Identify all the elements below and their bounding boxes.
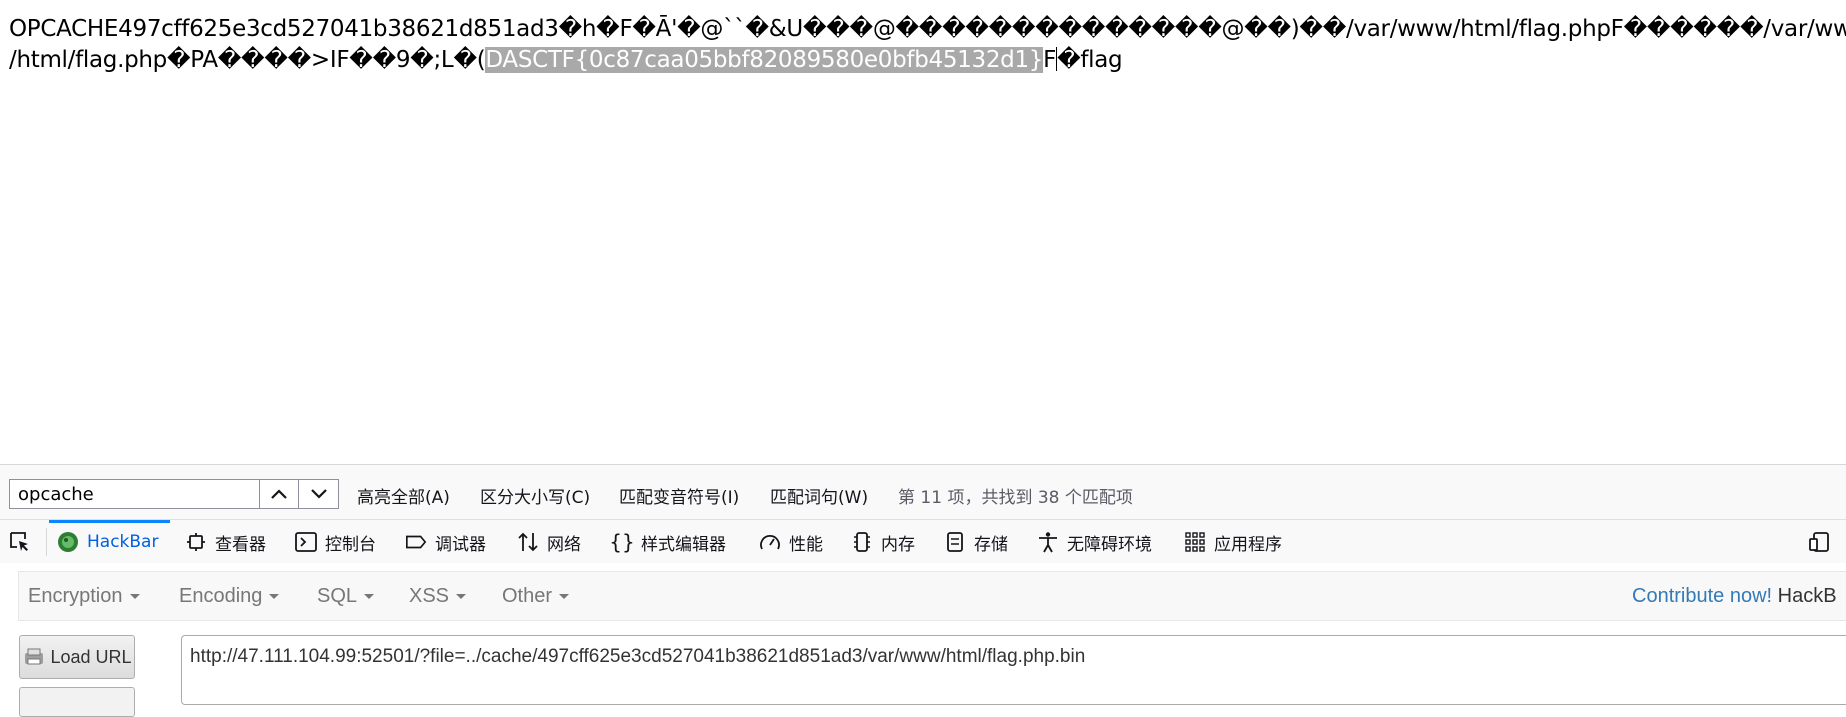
caret-down-icon (364, 594, 375, 599)
caret-down-icon (456, 594, 467, 599)
load-url-button[interactable]: Load URL (19, 635, 135, 679)
tab-storage[interactable]: 存储 (944, 520, 1008, 564)
devtools-tab-bar: HackBar 查看器 控制台 调试器 网络 {} 样式编辑器 性能 内存 存储… (0, 519, 1846, 565)
tab-label: 调试器 (435, 534, 486, 555)
network-icon (517, 531, 539, 553)
application-icon (1184, 531, 1206, 553)
tab-accessibility[interactable]: 无障碍环境 (1037, 520, 1152, 564)
menu-label: SQL (317, 585, 358, 607)
find-status: 第 11 项，共找到 38 个匹配项 (898, 488, 1133, 508)
url-textarea[interactable]: http://47.111.104.99:52501/?file=../cach… (181, 635, 1846, 705)
tab-memory[interactable]: 内存 (851, 520, 915, 564)
tab-application[interactable]: 应用程序 (1184, 520, 1282, 564)
element-picker-icon (10, 532, 28, 551)
tab-style-editor[interactable]: {} 样式编辑器 (609, 520, 726, 564)
tab-inspector[interactable]: 查看器 (185, 520, 266, 564)
menu-sql[interactable]: SQL (317, 585, 375, 608)
dock-options-button[interactable] (1808, 520, 1830, 564)
caret-down-icon (559, 594, 570, 599)
match-case-toggle[interactable]: 区分大小写(C) (480, 483, 590, 508)
whole-words-toggle[interactable]: 匹配词句(W) (770, 483, 868, 508)
menu-label: Other (502, 585, 553, 607)
load-icon (25, 648, 44, 665)
caret-down-icon (129, 594, 140, 599)
dump-text-after-a: F (1043, 47, 1057, 73)
dump-text-before: /html/flag.php�PA����>IF��9�;L�( (9, 47, 486, 73)
tab-divider (46, 528, 47, 556)
menu-label: XSS (409, 585, 450, 607)
find-next-button[interactable] (299, 479, 339, 509)
tab-label: 控制台 (325, 534, 376, 555)
contribute-label: Contribute now! (1632, 585, 1773, 607)
tab-label: 内存 (881, 534, 915, 555)
selected-flag-text[interactable]: DASCTF{0c87caa05bbf82089580e0bfb45132d1} (485, 47, 1043, 73)
menu-other[interactable]: Other (502, 585, 570, 608)
tab-performance[interactable]: 性能 (759, 520, 823, 564)
console-icon (295, 531, 317, 553)
caret-down-icon (269, 594, 280, 599)
tab-debugger[interactable]: 调试器 (405, 520, 486, 564)
match-diacritics-toggle[interactable]: 匹配变音符号(I) (619, 483, 739, 508)
contribute-link[interactable]: Contribute now! HackB (1632, 585, 1837, 608)
accessibility-icon (1037, 531, 1059, 553)
responsive-design-icon (1808, 531, 1830, 553)
find-bar: 高亮全部(A) 区分大小写(C) 匹配变音符号(I) 匹配词句(W) 第 11 … (0, 464, 1846, 520)
menu-label: Encryption (28, 585, 123, 607)
style-editor-icon: {} (609, 530, 635, 554)
tab-label: 样式编辑器 (641, 534, 726, 555)
tab-hackbar[interactable]: HackBar (48, 520, 171, 564)
chevron-up-icon (271, 489, 287, 499)
menu-encryption[interactable]: Encryption (28, 585, 140, 608)
highlight-all-toggle[interactable]: 高亮全部(A) (357, 483, 450, 508)
tab-label: 应用程序 (1214, 534, 1282, 555)
memory-icon (851, 531, 873, 553)
file-dump-line-2: /html/flag.php�PA����>IF��9�;L�(DASCTF{0… (9, 45, 1123, 75)
hackbar-brand: HackB (1777, 585, 1837, 607)
tab-label: 网络 (547, 534, 581, 555)
tab-network[interactable]: 网络 (517, 520, 581, 564)
menu-xss[interactable]: XSS (409, 585, 467, 608)
debugger-icon (405, 531, 427, 553)
find-input[interactable] (9, 479, 259, 509)
tab-label: 性能 (789, 534, 823, 555)
load-url-label: Load URL (50, 646, 132, 667)
tab-label: HackBar (87, 532, 159, 552)
hackbar-panel: Encryption Encoding SQL XSS Other Contri… (0, 563, 1846, 717)
menu-label: Encoding (179, 585, 263, 607)
chevron-down-icon (310, 489, 327, 499)
menu-encoding[interactable]: Encoding (179, 585, 280, 608)
split-url-button[interactable] (19, 687, 135, 717)
dump-text-after-b: �flag (1057, 47, 1123, 73)
performance-icon (759, 531, 781, 553)
hackbar-menu: Encryption Encoding SQL XSS Other Contri… (18, 571, 1846, 621)
tab-label: 查看器 (215, 534, 266, 555)
tab-label: 存储 (974, 534, 1008, 555)
find-previous-button[interactable] (259, 479, 299, 509)
hackbar-icon (57, 531, 79, 553)
page-content: OPCACHE497cff625e3cd527041b38621d851ad3�… (0, 0, 1846, 464)
inspector-icon (185, 531, 207, 553)
element-picker-button[interactable] (8, 520, 32, 564)
tab-console[interactable]: 控制台 (295, 520, 376, 564)
file-dump-line-1: OPCACHE497cff625e3cd527041b38621d851ad3�… (9, 16, 1846, 42)
tab-label: 无障碍环境 (1067, 534, 1152, 555)
storage-icon (944, 531, 966, 553)
